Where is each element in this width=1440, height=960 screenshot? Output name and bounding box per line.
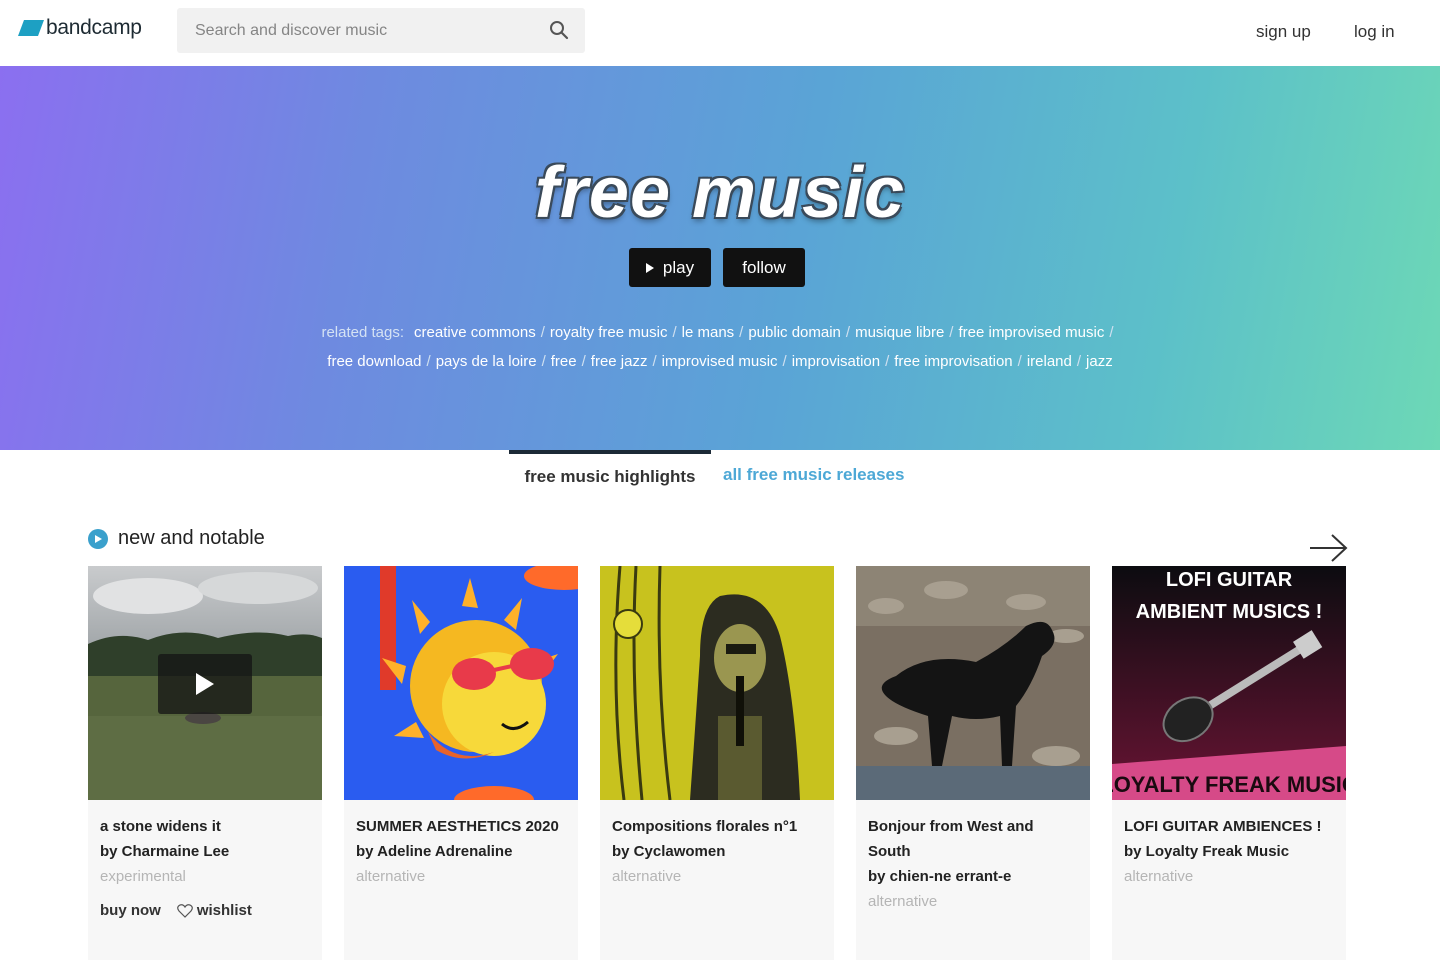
heart-icon (176, 903, 193, 918)
related-tag[interactable]: pays de la loire (436, 353, 537, 370)
log-in-link[interactable]: log in (1354, 22, 1395, 42)
album-artist[interactable]: by Loyalty Freak Music (1124, 839, 1334, 864)
related-tag[interactable]: public domain (748, 324, 841, 341)
related-tag[interactable]: musique libre (855, 324, 944, 341)
related-tag[interactable]: free improvised music (958, 324, 1104, 341)
related-tag[interactable]: free (551, 353, 577, 370)
tag-tabs: free music highlights all free music rel… (0, 450, 1440, 500)
artwork-line-2: AMBIENT MUSICS ! (1136, 601, 1323, 623)
related-tag[interactable]: free jazz (591, 353, 648, 370)
related-tag[interactable]: le mans (682, 324, 735, 341)
album-card[interactable]: a stone widens it by Charmaine Lee exper… (88, 566, 322, 960)
bandcamp-logo-icon (18, 20, 44, 36)
album-card[interactable]: LOFI GUITAR AMBIENT MUSICS ! LOYALTY FRE… (1112, 566, 1346, 960)
related-tag[interactable]: improvised music (662, 353, 778, 370)
artwork-line-1: LOFI GUITAR (1166, 569, 1293, 591)
tab-all-releases[interactable]: all free music releases (723, 450, 904, 500)
album-art[interactable] (600, 566, 834, 800)
logo-text: bandcamp (46, 16, 142, 39)
wishlist-label: wishlist (196, 902, 252, 919)
album-title[interactable]: SUMMER AESTHETICS 2020 (356, 814, 566, 839)
related-tag[interactable]: free download (327, 353, 421, 370)
album-genre[interactable]: alternative (356, 864, 566, 889)
related-tag[interactable]: royalty free music (550, 324, 668, 341)
tag-hero-banner: free music play follow related tags: crea… (0, 66, 1440, 450)
search-icon[interactable] (549, 20, 569, 40)
top-bar: bandcamp sign up log in (0, 0, 1440, 66)
sign-up-link[interactable]: sign up (1256, 22, 1311, 42)
play-icon (196, 673, 214, 695)
related-tag[interactable]: improvisation (792, 353, 880, 370)
album-art[interactable] (856, 566, 1090, 800)
album-artist[interactable]: by Adeline Adrenaline (356, 839, 566, 864)
album-genre[interactable]: alternative (612, 864, 822, 889)
album-art[interactable] (344, 566, 578, 800)
search-input[interactable] (177, 8, 527, 53)
album-art[interactable]: LOFI GUITAR AMBIENT MUSICS ! LOYALTY FRE… (1112, 566, 1346, 800)
page-title: free music (534, 153, 906, 233)
album-title[interactable]: Compositions florales n°1 (612, 814, 822, 839)
video-play-button[interactable] (158, 654, 252, 714)
album-title[interactable]: LOFI GUITAR AMBIENCES ! (1124, 814, 1334, 839)
album-artist[interactable]: by Cyclawomen (612, 839, 822, 864)
wishlist-button[interactable]: wishlist (176, 898, 252, 923)
artwork-bottom-text: LOYALTY FREAK MUSIC (1112, 772, 1346, 797)
related-tags-label: related tags: (321, 324, 405, 341)
album-card[interactable]: SUMMER AESTHETICS 2020 by Adeline Adrena… (344, 566, 578, 960)
album-card[interactable]: Bonjour from West and South by chien-ne … (856, 566, 1090, 960)
album-genre[interactable]: alternative (1124, 864, 1334, 889)
album-genre[interactable]: experimental (100, 864, 310, 889)
album-art[interactable] (88, 566, 322, 800)
arrow-right-icon[interactable] (1308, 532, 1350, 564)
album-title[interactable]: a stone widens it (100, 814, 310, 839)
follow-button[interactable]: follow (723, 248, 805, 287)
search-box (177, 8, 585, 53)
play-button-label: play (662, 257, 695, 277)
related-tag[interactable]: ireland (1027, 353, 1072, 370)
related-tag[interactable]: jazz (1086, 353, 1113, 370)
related-tags: related tags: creative commons / royalty fr… (321, 324, 1114, 370)
bandcamp-logo[interactable]: bandcamp (18, 16, 142, 40)
tab-highlights[interactable]: free music highlights (509, 450, 711, 500)
related-tag[interactable]: creative commons (414, 324, 536, 341)
album-title[interactable]: Bonjour from West and South (868, 814, 1078, 864)
section-header: new and notable (88, 527, 265, 550)
album-artist[interactable]: by Charmaine Lee (100, 839, 310, 864)
related-tag[interactable]: free improvisation (894, 353, 1012, 370)
play-circle-icon[interactable] (88, 528, 108, 549)
play-icon (645, 262, 654, 273)
buy-now-link[interactable]: buy now (100, 898, 161, 923)
album-artist[interactable]: by chien-ne errant-e (868, 864, 1078, 889)
album-card[interactable]: Compositions florales n°1 by Cyclawomen … (600, 566, 834, 960)
album-genre[interactable]: alternative (868, 889, 1078, 914)
play-button[interactable]: play (629, 248, 711, 287)
section-title: new and notable (118, 527, 265, 549)
